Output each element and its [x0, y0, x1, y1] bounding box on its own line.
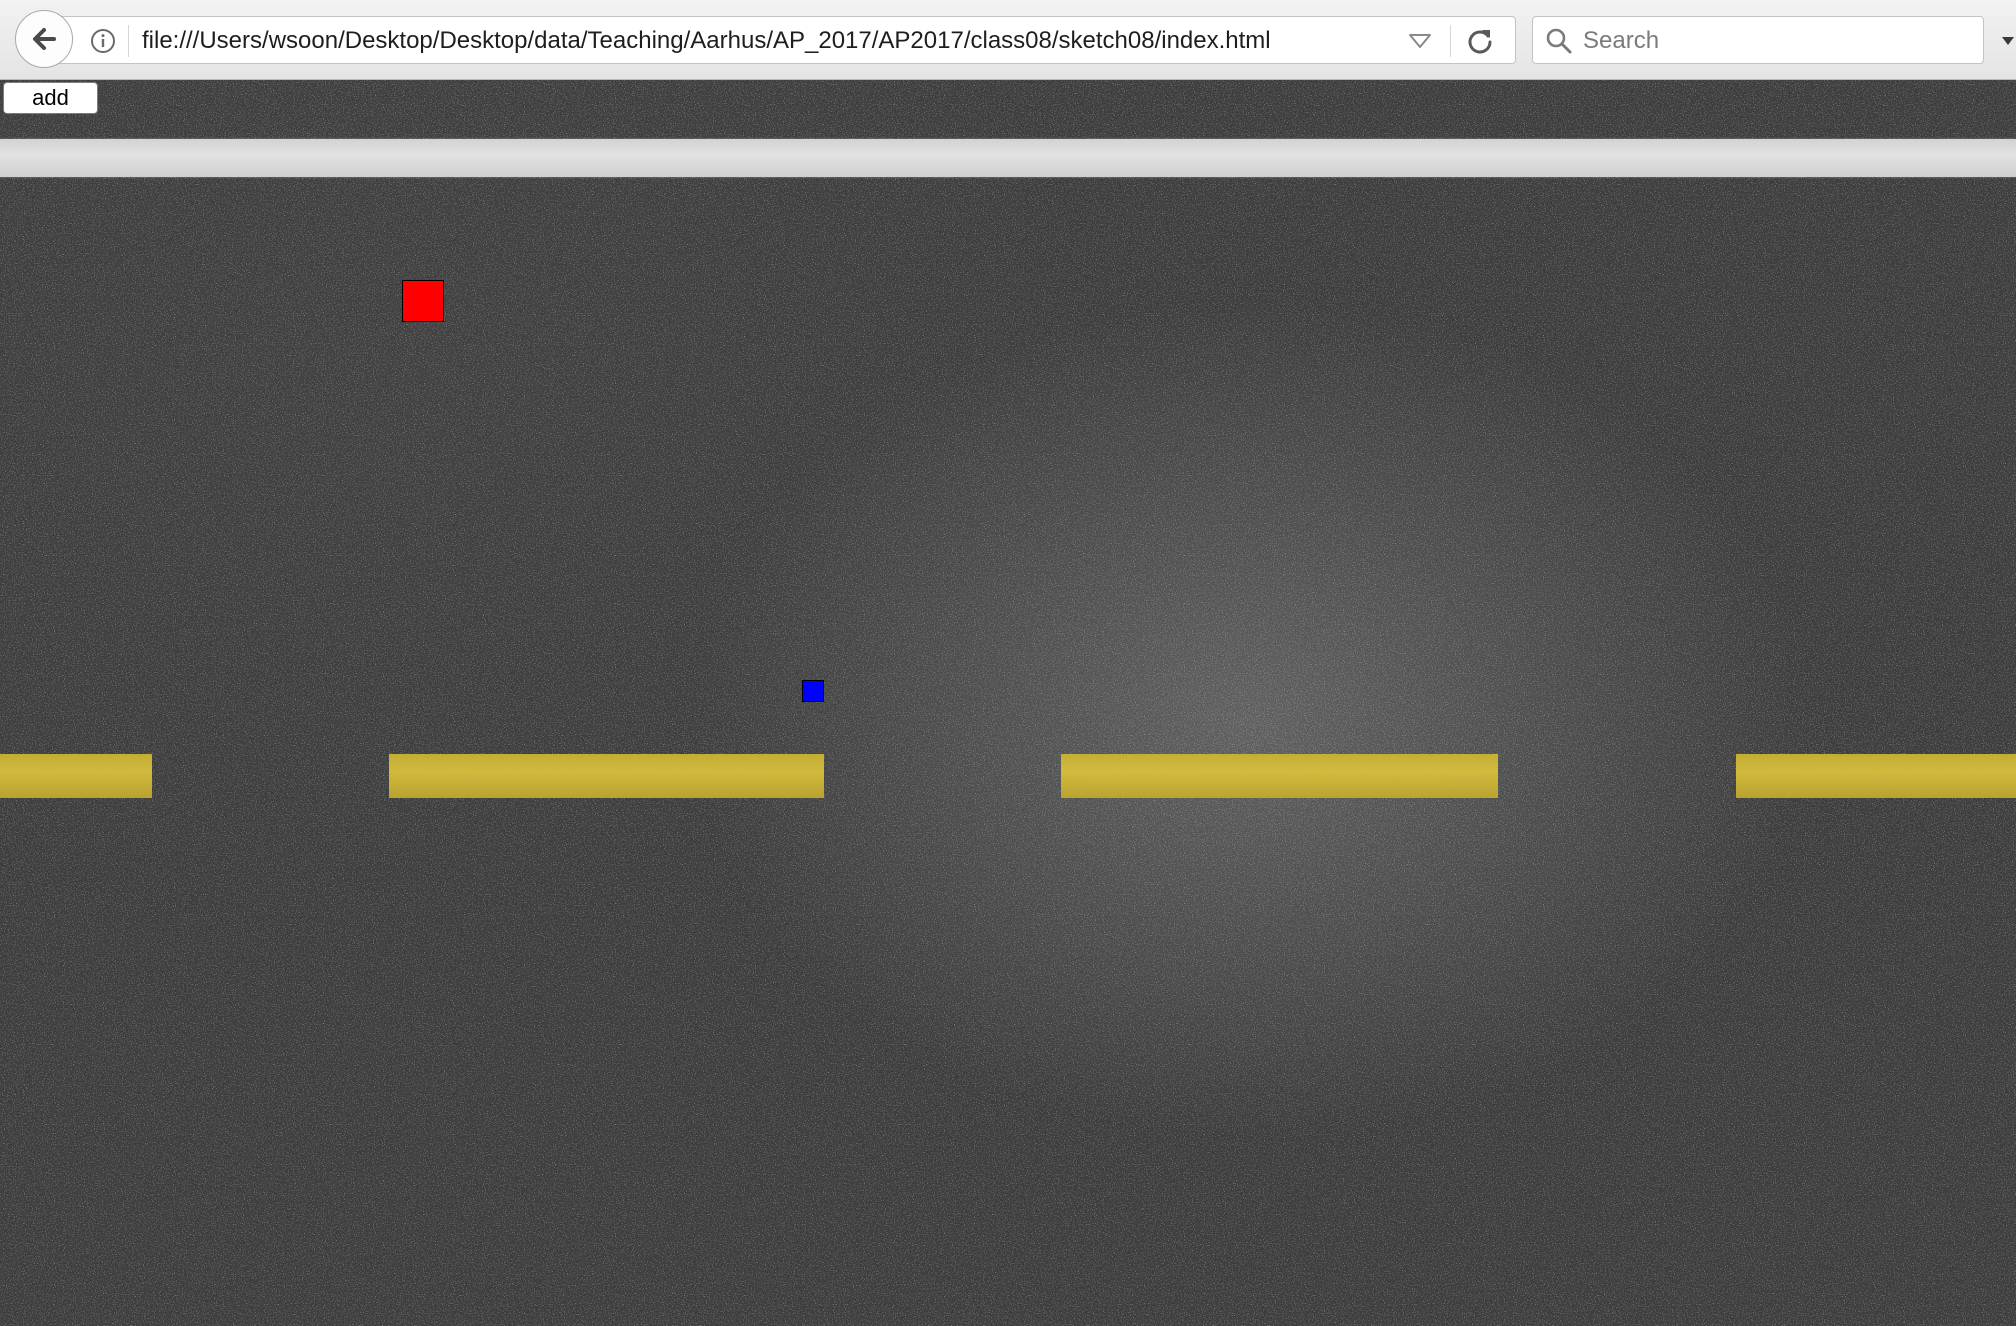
add-button[interactable]: add: [3, 82, 98, 114]
red-square: [402, 280, 444, 322]
url-separator: [128, 25, 129, 57]
center-lane-dash: [389, 754, 824, 798]
center-lane-dash: [1061, 754, 1498, 798]
url-text[interactable]: file:///Users/wsoon/Desktop/Desktop/data…: [142, 17, 1271, 65]
center-lane-dash: [0, 754, 152, 798]
search-icon: [1546, 28, 1572, 54]
search-bar[interactable]: [1532, 16, 1984, 64]
browser-toolbar: file:///Users/wsoon/Desktop/Desktop/data…: [0, 0, 2016, 80]
sketch-canvas[interactable]: add: [0, 80, 2016, 1326]
reload-icon[interactable]: [1466, 27, 1494, 55]
road-edge-line: [0, 139, 2016, 177]
info-icon[interactable]: [90, 28, 116, 54]
chevron-down-icon[interactable]: [1408, 32, 1432, 50]
back-arrow-icon: [33, 28, 56, 50]
search-input[interactable]: [1581, 21, 1975, 61]
overflow-menu-icon[interactable]: [2000, 34, 2016, 48]
address-bar[interactable]: file:///Users/wsoon/Desktop/Desktop/data…: [56, 16, 1516, 64]
center-lane-dash: [1736, 754, 2016, 798]
blue-square: [802, 680, 824, 702]
url-separator: [1450, 25, 1451, 57]
back-button[interactable]: [15, 10, 73, 68]
asphalt-texture: [0, 80, 2016, 1326]
